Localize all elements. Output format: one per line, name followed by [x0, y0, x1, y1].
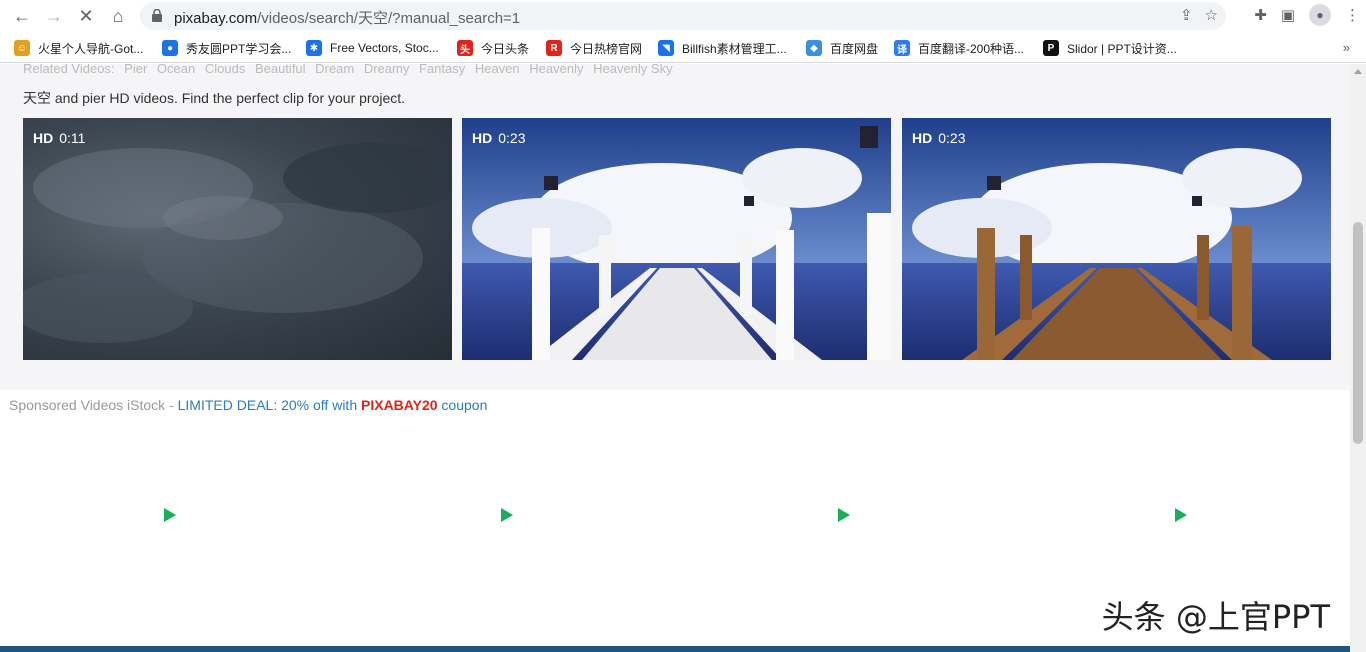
related-tag[interactable]: Clouds [205, 64, 245, 76]
bookmarks-bar: ☺ 火星个人导航-Got... ● 秀友圆PPT学习会... ✱ Free Vecto… [0, 33, 1366, 63]
share-icon[interactable]: ⇪ [1180, 6, 1193, 24]
url-text: pixabay.com/videos/search/天空/?manual_sea… [174, 10, 521, 27]
video-badge: HD 0:23 [912, 130, 966, 146]
scroll-up-arrow-icon[interactable] [1354, 69, 1362, 74]
bookmark-favicon-icon: R [546, 40, 562, 56]
related-tag[interactable]: Dream [315, 64, 354, 76]
related-tag[interactable]: Heavenly Sky [593, 64, 672, 76]
bookmark-favicon-icon: 译 [894, 40, 910, 56]
video-thumbnail [23, 143, 452, 343]
video-badge: HD 0:23 [472, 130, 526, 146]
bookmark-item[interactable]: ● 秀友圆PPT学习会... [162, 39, 291, 57]
extensions-puzzle-icon[interactable]: ✚ [1254, 6, 1267, 24]
footer-bar [0, 646, 1350, 652]
related-tag[interactable]: Heavenly [529, 64, 583, 76]
video-tile-wooden-pier[interactable]: HD 0:23 [902, 118, 1331, 360]
coupon-code[interactable]: PIXABAY20 [361, 397, 438, 413]
bookmark-item[interactable]: 头今日头条 [457, 39, 529, 57]
deal-link[interactable]: LIMITED DEAL: 20% off with [178, 397, 361, 413]
play-icon[interactable] [1175, 508, 1187, 522]
profile-avatar-icon[interactable]: ● [1309, 4, 1331, 26]
sponsored-videos-banner: Sponsored Videos iStock - LIMITED DEAL: … [9, 397, 488, 413]
bookmark-item[interactable]: P Slidor | PPT设计资... [1043, 39, 1177, 57]
related-tag[interactable]: Dreamy [364, 64, 410, 76]
video-tile-clouds[interactable]: HD 0:11 [23, 118, 452, 360]
results-description: 天空 and pier HD videos. Find the perfect … [23, 90, 406, 106]
browser-menu-icon[interactable]: ⋮ [1345, 6, 1360, 24]
video-badge: HD 0:11 [33, 130, 86, 146]
bookmark-favicon-icon: ✱ [306, 40, 322, 56]
bookmark-favicon-icon: ◆ [806, 40, 822, 56]
bookmark-favicon-icon: ☺ [14, 40, 30, 56]
more-bookmarks-chevron-icon[interactable]: » [1343, 40, 1350, 55]
lock-icon [152, 9, 162, 22]
play-icon[interactable] [501, 508, 513, 522]
related-tag[interactable]: Ocean [157, 64, 195, 76]
forward-arrow-icon[interactable]: → [42, 4, 66, 28]
related-tag[interactable]: Pier [124, 64, 147, 76]
bookmark-item[interactable]: ◥ Billfish素材管理工... [658, 39, 787, 57]
related-tag[interactable]: Heaven [475, 64, 520, 76]
bookmark-item[interactable]: ◆ 百度网盘 [806, 39, 878, 57]
bookmark-favicon-icon: ● [162, 40, 178, 56]
related-videos-tags: Related Videos: Pier Ocean Clouds Beauti… [23, 64, 679, 76]
scrollbar-thumb[interactable] [1353, 222, 1363, 444]
bookmark-item[interactable]: R 今日热榜官网 [546, 39, 642, 57]
bookmark-item[interactable]: ☺ 火星个人导航-Got... [14, 39, 143, 57]
bookmark-item[interactable]: 译百度翻译-200种语... [894, 39, 1024, 57]
watermark: 头条 @上官PPT [1101, 598, 1330, 636]
bookmark-item[interactable]: ✱ Free Vectors, Stoc... [306, 39, 439, 57]
related-tag[interactable]: Fantasy [419, 64, 465, 76]
results-section: Related Videos: Pier Ocean Clouds Beauti… [0, 64, 1350, 390]
bookmark-favicon-icon: P [1043, 40, 1059, 56]
side-panel-icon[interactable]: ▣ [1281, 6, 1295, 24]
bookmark-star-icon[interactable]: ☆ [1205, 6, 1218, 24]
video-thumbnail [462, 118, 891, 360]
back-arrow-icon[interactable]: ← [10, 4, 34, 28]
video-thumbnail [902, 118, 1331, 360]
play-icon[interactable] [838, 508, 850, 522]
play-icon[interactable] [164, 508, 176, 522]
browser-toolbar: ← → ✕ ⌂ pixabay.com/videos/search/天空/?ma… [0, 0, 1366, 32]
video-tile-white-pier[interactable]: HD 0:23 [462, 118, 891, 360]
related-tag[interactable]: Beautiful [255, 64, 306, 76]
home-icon[interactable]: ⌂ [106, 4, 130, 28]
page-content: Related Videos: Pier Ocean Clouds Beauti… [0, 64, 1350, 652]
address-bar[interactable]: pixabay.com/videos/search/天空/?manual_sea… [140, 2, 1226, 30]
bookmark-favicon-icon: ◥ [658, 40, 674, 56]
page-scrollbar[interactable] [1350, 64, 1366, 652]
stop-loading-icon[interactable]: ✕ [74, 4, 98, 28]
bookmark-favicon-icon: 头 [457, 40, 473, 56]
